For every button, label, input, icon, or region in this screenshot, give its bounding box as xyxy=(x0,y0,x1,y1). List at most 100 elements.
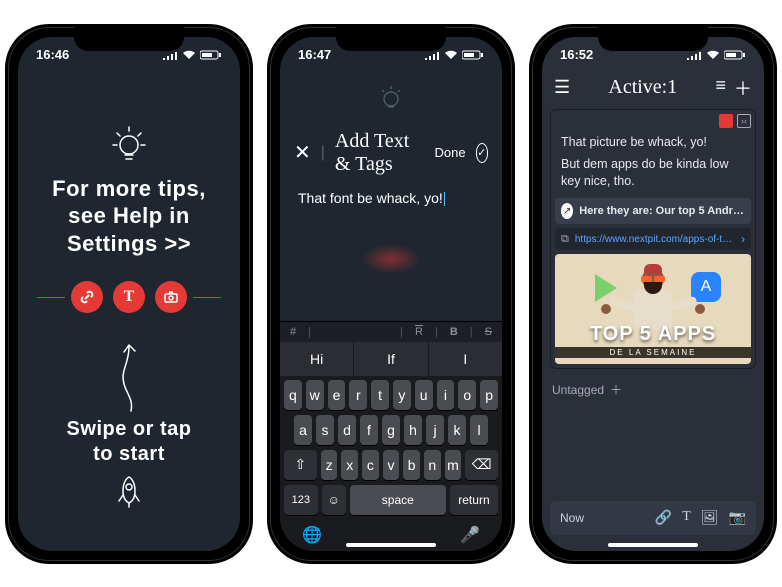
key-n[interactable]: n xyxy=(424,450,441,480)
key-s[interactable]: s xyxy=(316,415,334,445)
suggestion-2[interactable]: If xyxy=(354,342,428,376)
key-a[interactable]: a xyxy=(294,415,312,445)
editor-screen: ✕ | Add Text & Tags Done ✓ That font be … xyxy=(280,73,502,551)
home-indicator[interactable] xyxy=(608,543,698,547)
card-text-1: That picture be whack, yo! xyxy=(555,132,751,155)
phone-3: 16:52 ☰ Active:1 ≡ ＋ ›‹ That picture be … xyxy=(529,24,777,564)
key-d[interactable]: d xyxy=(338,415,356,445)
key-f[interactable]: f xyxy=(360,415,378,445)
list-button[interactable]: ≡ xyxy=(715,75,726,101)
keyboard: qwertyuiop asdfghjkl ⇧ zxcvbnm ⌫ 123 ☺ s… xyxy=(280,376,502,519)
tips-line-1: For more tips, xyxy=(52,175,206,203)
editor-header: ✕ | Add Text & Tags Done ✓ xyxy=(280,124,502,182)
numbers-key[interactable]: 123 xyxy=(284,485,318,515)
return-key[interactable]: return xyxy=(450,485,498,515)
copy-icon[interactable]: ⧉ xyxy=(561,233,569,246)
globe-icon[interactable]: 🌐 xyxy=(302,525,322,545)
add-button[interactable]: ＋ xyxy=(734,75,752,101)
mic-icon[interactable]: 🎤 xyxy=(460,525,480,545)
key-k[interactable]: k xyxy=(448,415,466,445)
arrow-up-icon xyxy=(113,337,145,413)
camera-tool-button[interactable]: 📷 xyxy=(729,509,746,526)
phone-2: 16:47 ✕ | Add Text & Tags Done ✓ That fo… xyxy=(267,24,515,564)
emoji-key[interactable]: ☺ xyxy=(322,485,346,515)
key-u[interactable]: u xyxy=(415,380,433,410)
key-r[interactable]: r xyxy=(349,380,367,410)
rocket-icon xyxy=(114,473,144,509)
top-bar: ☰ Active:1 ≡ ＋ xyxy=(542,73,764,103)
camera-button[interactable] xyxy=(155,281,187,313)
key-t[interactable]: t xyxy=(371,380,389,410)
add-tag-icon[interactable]: ＋ xyxy=(610,381,622,398)
space-key[interactable]: space xyxy=(350,485,446,515)
swipe-line-1: Swipe or tap xyxy=(67,417,192,442)
notch xyxy=(336,27,446,51)
menu-hamburger-button[interactable]: ☰ xyxy=(554,77,570,98)
shift-key[interactable]: ⇧ xyxy=(284,450,317,480)
globe-icon: ↗ xyxy=(561,203,573,219)
strike-button[interactable]: S xyxy=(485,326,492,338)
collapse-button[interactable]: ›‹ xyxy=(737,114,751,128)
key-l[interactable]: l xyxy=(470,415,488,445)
screen-1: 16:46 For more tips, see Help in Setting… xyxy=(18,37,240,551)
battery-icon xyxy=(724,50,746,60)
video-thumbnail[interactable]: A TOP 5 APPS DE LA SEMAINE xyxy=(555,254,751,364)
welcome-content: For more tips, see Help in Settings >> T… xyxy=(18,73,240,510)
key-o[interactable]: o xyxy=(458,380,476,410)
bottom-toolbar: Now 🔗 T 🖼 📷 xyxy=(550,501,756,535)
done-label[interactable]: Done xyxy=(434,145,465,160)
key-g[interactable]: g xyxy=(382,415,400,445)
key-i[interactable]: i xyxy=(437,380,455,410)
screen-title: Active:1 xyxy=(608,76,677,99)
status-time: 16:46 xyxy=(36,47,69,62)
backspace-key[interactable]: ⌫ xyxy=(465,450,498,480)
thumb-subtitle: DE LA SEMAINE xyxy=(555,347,751,358)
signal-icon xyxy=(424,50,440,60)
text-input[interactable]: That font be whack, yo! xyxy=(280,182,502,214)
untagged-row[interactable]: Untagged ＋ xyxy=(542,375,764,404)
key-e[interactable]: e xyxy=(328,380,346,410)
key-q[interactable]: q xyxy=(284,380,302,410)
key-p[interactable]: p xyxy=(480,380,498,410)
bulb-faint xyxy=(280,83,502,118)
key-v[interactable]: v xyxy=(383,450,400,480)
done-check-button[interactable]: ✓ xyxy=(476,143,488,163)
text-button[interactable]: T xyxy=(113,281,145,313)
key-c[interactable]: c xyxy=(362,450,379,480)
key-y[interactable]: y xyxy=(393,380,411,410)
screen-2: 16:47 ✕ | Add Text & Tags Done ✓ That fo… xyxy=(280,37,502,551)
go-chevron[interactable]: › xyxy=(741,232,745,246)
note-card[interactable]: ›‹ That picture be whack, yo! But dem ap… xyxy=(550,109,756,370)
key-b[interactable]: b xyxy=(403,450,420,480)
status-time: 16:52 xyxy=(560,47,593,62)
suggestion-3[interactable]: I xyxy=(429,342,502,376)
status-icons xyxy=(424,50,484,60)
link-tool-button[interactable]: 🔗 xyxy=(655,509,672,526)
suggestion-1[interactable]: Hi xyxy=(280,342,354,376)
wifi-icon xyxy=(182,50,196,60)
url-row[interactable]: ⧉ https://www.nextpit.com/apps-of-the-we… xyxy=(555,228,751,250)
flag-badge[interactable] xyxy=(719,114,733,128)
bold-button[interactable]: B xyxy=(450,326,458,338)
close-button[interactable]: ✕ xyxy=(294,140,311,165)
card-text-2: But dem apps do be kinda low key nice, t… xyxy=(555,154,751,194)
thumb-title: TOP 5 APPS xyxy=(555,323,751,346)
suggestion-bar: Hi If I xyxy=(280,342,502,376)
wifi-icon xyxy=(444,50,458,60)
home-indicator[interactable] xyxy=(346,543,436,547)
hash-button[interactable]: # xyxy=(290,326,296,338)
key-z[interactable]: z xyxy=(321,450,338,480)
article-link[interactable]: ↗ Here they are: Our top 5 Android and i… xyxy=(555,198,751,224)
key-m[interactable]: m xyxy=(445,450,462,480)
notch xyxy=(74,27,184,51)
r-hint[interactable]: R xyxy=(415,326,423,338)
link-button[interactable] xyxy=(71,281,103,313)
key-x[interactable]: x xyxy=(341,450,358,480)
key-w[interactable]: w xyxy=(306,380,324,410)
key-h[interactable]: h xyxy=(404,415,422,445)
image-tool-button[interactable]: 🖼 xyxy=(701,509,719,526)
format-bar: # | | R | B | S xyxy=(280,321,502,342)
card-header: ›‹ xyxy=(555,114,751,128)
key-j[interactable]: j xyxy=(426,415,444,445)
text-tool-button[interactable]: T xyxy=(682,509,691,526)
